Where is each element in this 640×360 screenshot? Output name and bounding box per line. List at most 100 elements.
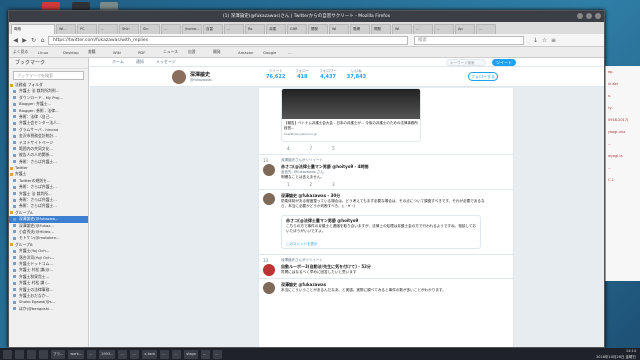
browser-tab[interactable]: PC bbox=[77, 24, 97, 34]
show-thread-link[interactable]: このスレッドを表示 bbox=[286, 242, 318, 247]
sidebar-search-input[interactable]: ブックマークを検索 bbox=[13, 71, 84, 80]
profile-stat[interactable]: フォロワー 4,437 bbox=[319, 69, 337, 80]
bookmark-link[interactable]: Desktop bbox=[63, 50, 85, 55]
bookmark-link[interactable]: Wiki bbox=[113, 50, 135, 55]
clock[interactable]: 14:14 2018年10月26日 金曜日 bbox=[596, 348, 636, 360]
browser-tab[interactable]: Ap bbox=[455, 24, 475, 34]
avatar[interactable] bbox=[172, 70, 186, 84]
bookmark-link[interactable]: … bbox=[288, 50, 310, 55]
tweet-avatar[interactable] bbox=[263, 164, 275, 176]
taskbar-item[interactable]: ... bbox=[87, 349, 97, 359]
taskbar-item[interactable]: ... bbox=[200, 349, 210, 359]
browser-tab[interactable]: Sin bbox=[140, 24, 160, 34]
profile-stat[interactable]: いいね 37,843 bbox=[347, 69, 366, 80]
twitter-page: ホーム 通知 メッセージ キーワード検索 ツイート 深澤諭史 @fukazawa… bbox=[90, 58, 604, 347]
browser-tab[interactable]: 開発 bbox=[308, 24, 328, 34]
taskbar-item[interactable]: プラ... bbox=[51, 349, 66, 359]
link-card[interactable]: 【報告】ベトナム弁護士会大会 - 日本の弁護士が... 今後の弁護士のための法律… bbox=[281, 88, 421, 142]
background-window-strip[interactable]: ep-in-Ker s: ry- 0918-2017(ykogr-una... wyog… bbox=[605, 66, 640, 281]
taskbar-item[interactable]: ... bbox=[172, 349, 182, 359]
browser-tab[interactable]: Wi bbox=[329, 24, 349, 34]
browser-tab[interactable]: Shin bbox=[119, 24, 139, 34]
tweet-button[interactable]: ツイート bbox=[492, 59, 516, 66]
bookmark-link[interactable]: ニュース bbox=[163, 49, 185, 55]
reply-count[interactable]: 1 bbox=[287, 182, 290, 187]
taskbar-item[interactable] bbox=[27, 349, 36, 359]
bookmark-link[interactable]: Google bbox=[263, 50, 285, 55]
tweet-actions: 1 2 3 bbox=[287, 182, 335, 187]
bookmark-link[interactable]: 書籍 bbox=[88, 49, 110, 55]
taskbar-item[interactable]: work... bbox=[68, 349, 85, 359]
browser-tab[interactable]: Wi bbox=[392, 24, 412, 34]
minimize-icon[interactable] bbox=[577, 13, 583, 19]
follow-button[interactable]: フォローする bbox=[468, 72, 498, 81]
taskbar-item[interactable] bbox=[39, 349, 48, 359]
home-icon[interactable]: ⌂ bbox=[39, 37, 46, 44]
forward-icon[interactable]: ▶ bbox=[21, 37, 28, 44]
url-input[interactable]: https://twitter.com/fukazawas/with_repli… bbox=[48, 35, 408, 45]
browser-tab[interactable]: /home... bbox=[182, 24, 202, 34]
bookmark-link[interactable]: 開発 bbox=[213, 49, 235, 55]
nav-messages[interactable]: メッセージ bbox=[156, 59, 176, 65]
like-count[interactable]: 3 bbox=[332, 182, 335, 187]
browser-tab[interactable]: … bbox=[98, 24, 118, 34]
tab-strip: 概略 Wi... PC… Shin Sin…/home... 自習… Ro 弁護 GitR 開発 W… bbox=[9, 22, 604, 34]
browser-tab[interactable]: Wi... bbox=[56, 24, 76, 34]
browser-window: (1) 深澤諭史(@fukazawas)さん | Twitterからの自習サクリ… bbox=[8, 10, 605, 348]
browser-tab[interactable]: Ro bbox=[245, 24, 265, 34]
tweet-avatar[interactable] bbox=[263, 193, 275, 205]
tweet-avatar[interactable] bbox=[263, 282, 275, 294]
browser-tab[interactable]: 概略 bbox=[11, 24, 55, 34]
bookmark-link[interactable]: PDF bbox=[138, 50, 160, 55]
taskbar-item[interactable] bbox=[15, 349, 24, 359]
taskbar-item[interactable]: x-tack bbox=[142, 349, 158, 359]
tweet-text: 明確なことは言えません。 bbox=[281, 175, 325, 179]
browser-tab[interactable]: … bbox=[413, 24, 433, 34]
taskbar-item[interactable] bbox=[3, 349, 12, 359]
taskbar-item[interactable]: ... bbox=[118, 349, 128, 359]
bookmark-item[interactable]: ほか(@bengoshi... bbox=[9, 306, 88, 312]
taskbar-item[interactable]: ... bbox=[160, 349, 170, 359]
download-icon[interactable]: ↓ bbox=[532, 37, 539, 44]
bookmark-link[interactable]: Amazon bbox=[238, 50, 260, 55]
nav-notifications[interactable]: 通知 bbox=[136, 59, 144, 65]
menu-icon[interactable]: ≡ bbox=[550, 37, 557, 44]
navigation-bar: ◀ ▶ ↻ ⌂ https://twitter.com/fukazawas/wi… bbox=[9, 34, 604, 47]
reply-count[interactable]: 4 bbox=[287, 146, 290, 151]
search-input[interactable]: 検索 bbox=[414, 35, 524, 45]
stat-label: ツイート bbox=[268, 69, 283, 73]
close-icon[interactable] bbox=[595, 13, 601, 19]
back-icon[interactable]: ◀ bbox=[12, 37, 19, 44]
bookmark-link[interactable]: 自習 bbox=[188, 49, 210, 55]
browser-tab[interactable]: 電網 bbox=[350, 24, 370, 34]
browser-tab[interactable]: … bbox=[224, 24, 244, 34]
browser-tab[interactable]: 問題 bbox=[371, 24, 391, 34]
stat-label: フォロワー bbox=[319, 69, 337, 73]
reload-icon[interactable]: ↻ bbox=[30, 37, 37, 44]
browser-tab[interactable]: 自習 bbox=[203, 24, 223, 34]
bookmark-link[interactable]: Linux bbox=[38, 50, 60, 55]
profile-stat[interactable]: ツイート 76,622 bbox=[266, 69, 285, 80]
tweet-text: 防衛体制がある程度整っている場合は、どう考えてもまず必要な場合は、その点について… bbox=[281, 199, 485, 208]
browser-tab[interactable]: … bbox=[476, 24, 496, 34]
like-count[interactable]: 5 bbox=[332, 146, 335, 151]
taskbar-item[interactable]: vlego bbox=[184, 349, 198, 359]
taskbar-item[interactable]: 1993... bbox=[99, 349, 116, 359]
retweet-count[interactable]: 7 bbox=[310, 146, 313, 151]
twitter-search-input[interactable]: キーワード検索 bbox=[446, 59, 486, 66]
profile-stat[interactable]: フォロー 418 bbox=[295, 69, 309, 80]
taskbar-item[interactable]: ... bbox=[130, 349, 140, 359]
browser-tab[interactable]: … bbox=[434, 24, 454, 34]
taskbar-item[interactable]: ... bbox=[212, 349, 222, 359]
bookmark-link[interactable]: よく見る bbox=[13, 49, 35, 55]
sidebar-header[interactable]: ブックマーク bbox=[9, 58, 88, 69]
quoted-tweet[interactable]: 赤さコ(@法律士量マン男爵 @hoityo9 こちらの方で事件の弁護士と連絡を取… bbox=[281, 215, 481, 249]
retweet-count[interactable]: 2 bbox=[310, 182, 313, 187]
tweet-avatar[interactable] bbox=[263, 264, 275, 276]
bookmark-star-icon[interactable]: ☆ bbox=[541, 37, 548, 44]
maximize-icon[interactable] bbox=[586, 13, 592, 19]
browser-tab[interactable]: … bbox=[161, 24, 181, 34]
browser-tab[interactable]: 弁護 bbox=[266, 24, 286, 34]
nav-home[interactable]: ホーム bbox=[112, 59, 124, 65]
browser-tab[interactable]: GitR bbox=[287, 24, 307, 34]
